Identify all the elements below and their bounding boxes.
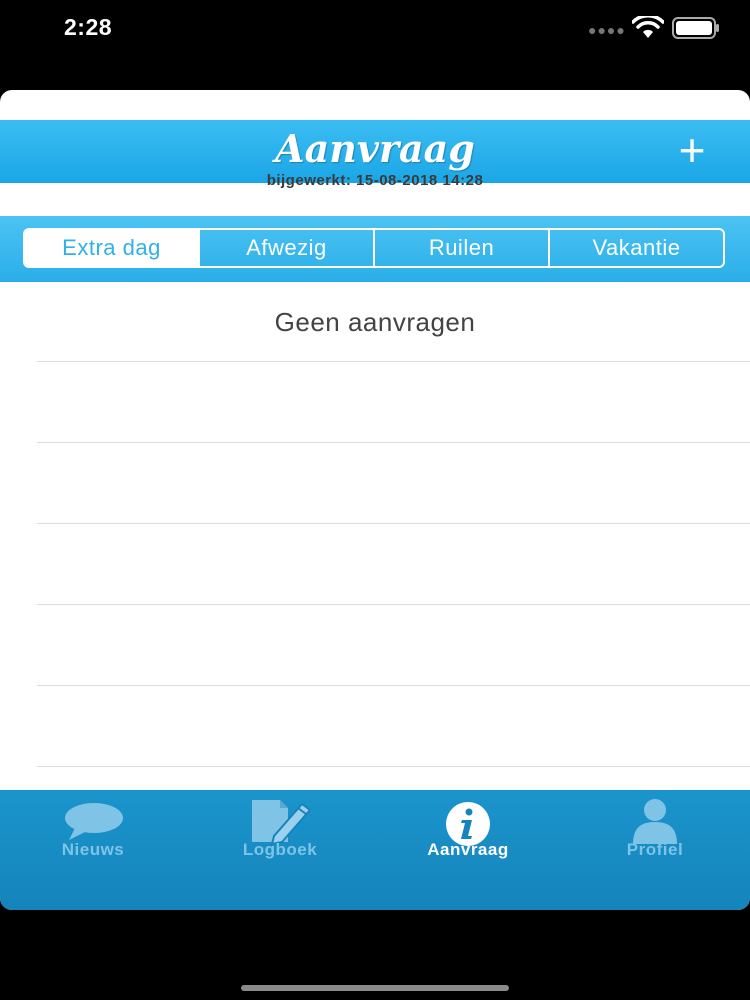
tab-label: Profiel	[626, 840, 684, 859]
list-divider	[37, 361, 750, 362]
list-divider	[37, 523, 750, 524]
tab-logboek[interactable]: Logboek	[200, 790, 360, 910]
tab-aanvraag[interactable]: Aanvraag	[388, 790, 548, 910]
empty-list-message: Geen aanvragen	[274, 306, 476, 337]
tab-nieuws[interactable]: Nieuws	[13, 790, 173, 910]
request-type-segmented-control: Extra dag Afwezig Ruilen Vakantie	[23, 228, 725, 268]
battery-icon	[672, 17, 719, 39]
segment-afwezig[interactable]: Afwezig	[198, 230, 373, 266]
tab-label: Logboek	[242, 840, 318, 859]
wifi-icon	[632, 16, 664, 38]
add-request-button[interactable]: +	[660, 127, 724, 173]
tab-label: Aanvraag	[427, 840, 509, 859]
last-updated-text: bijgewerkt: 15-08-2018 14:28	[266, 172, 484, 189]
segment-ruilen[interactable]: Ruilen	[373, 230, 548, 266]
app-card: Aanvraag bijgewerkt: 15-08-2018 14:28 + …	[0, 90, 750, 910]
list-divider	[37, 685, 750, 686]
segment-vakantie[interactable]: Vakantie	[548, 230, 723, 266]
segment-extra-dag[interactable]: Extra dag	[25, 230, 198, 266]
segment-bar: Extra dag Afwezig Ruilen Vakantie	[0, 216, 750, 282]
list-divider	[37, 604, 750, 605]
status-time: 2:28	[64, 14, 113, 40]
status-bar: 2:28 ●●●●	[0, 0, 750, 60]
home-indicator[interactable]	[241, 985, 509, 991]
tab-label: Nieuws	[61, 840, 125, 859]
signal-dots-icon: ●●●●	[588, 22, 626, 38]
info-icon	[446, 802, 490, 846]
list-divider	[37, 766, 750, 767]
list-divider	[37, 442, 750, 443]
tab-bar: Nieuws Logboek Aanvraag Profiel	[0, 790, 750, 910]
chat-bubble-icon	[65, 803, 123, 840]
tab-profiel[interactable]: Profiel	[575, 790, 735, 910]
page-title: Aanvraag	[275, 126, 475, 171]
person-icon	[633, 799, 677, 844]
document-pencil-icon	[252, 800, 310, 846]
